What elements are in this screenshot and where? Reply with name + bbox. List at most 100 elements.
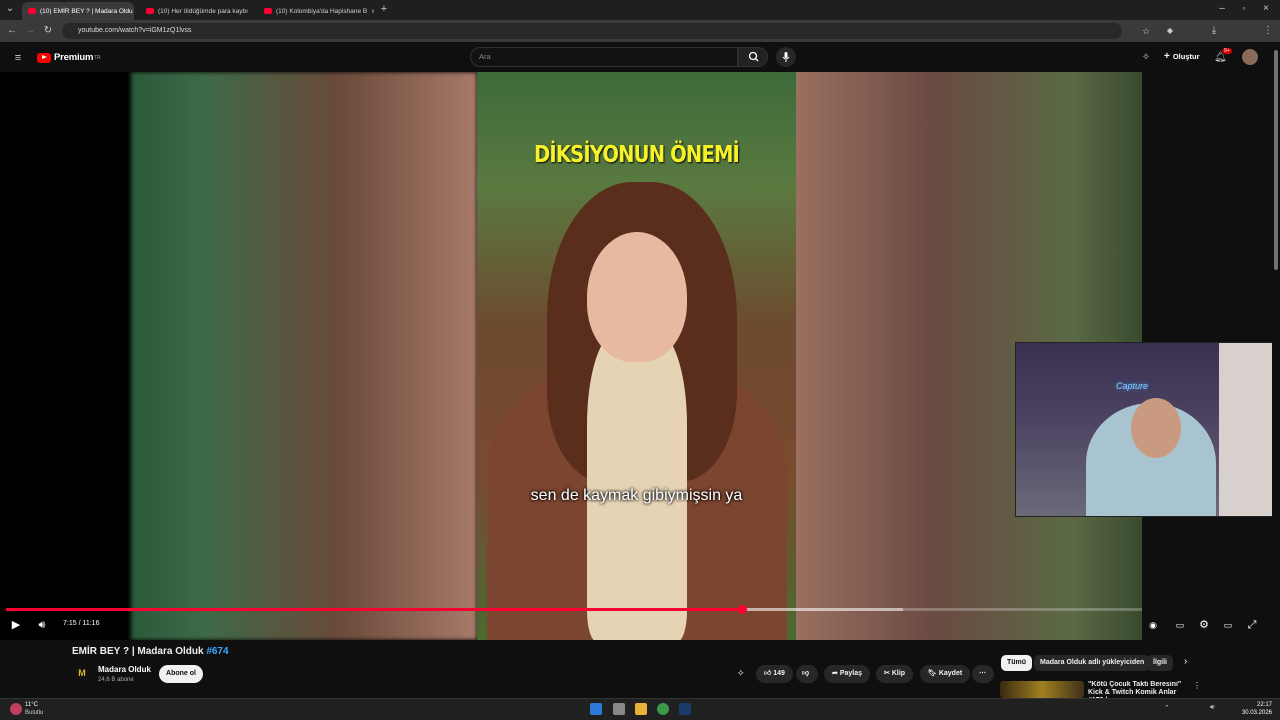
browser-menu-icon[interactable]: ⋮ bbox=[1262, 25, 1274, 37]
extension-icon[interactable]: ◆ bbox=[1164, 25, 1176, 37]
youtube-play-logo-icon bbox=[37, 52, 51, 63]
task-view-icon[interactable] bbox=[613, 703, 625, 715]
tab-label: (10) Kolombiya'da Hapishane B bbox=[276, 7, 368, 15]
save-button[interactable]: 🔖︎ Kaydet bbox=[920, 665, 971, 683]
like-count: 149 bbox=[773, 670, 785, 677]
video-progress-bar[interactable] bbox=[6, 605, 1142, 614]
maximize-icon[interactable]: ▫ bbox=[1238, 3, 1250, 15]
avatar[interactable] bbox=[1242, 49, 1258, 65]
start-menu-icon[interactable] bbox=[590, 703, 602, 715]
chip-related[interactable]: İlgili bbox=[1147, 655, 1173, 671]
scrollbar-thumb[interactable] bbox=[1274, 50, 1278, 270]
weather-icon[interactable] bbox=[10, 703, 22, 715]
steam-icon[interactable] bbox=[679, 703, 691, 715]
webcam-person-head bbox=[1131, 398, 1181, 458]
share-icon: ➦ bbox=[832, 670, 840, 677]
clip-button[interactable]: ✂ Klip bbox=[876, 665, 914, 683]
thumbs-up-icon: 👍︎ bbox=[764, 670, 774, 677]
autoplay-toggle[interactable]: ◉ bbox=[1146, 618, 1160, 632]
youtube-favicon-icon bbox=[146, 8, 154, 14]
subscribe-button[interactable]: Abone ol bbox=[159, 665, 203, 683]
tab-label: (10) Her öldüğümde para kaybı bbox=[158, 7, 248, 15]
recommendation-menu-icon[interactable]: ⋮ bbox=[1193, 681, 1201, 690]
taskbar-date[interactable]: 30.03.2026 bbox=[1236, 710, 1272, 716]
tab-search-icon[interactable]: ⌄ bbox=[4, 3, 16, 15]
browser-tab-bar: ⌄ (10) EMİR BEY ? | Madara Oldu × (10) H… bbox=[0, 0, 1280, 20]
weather-description: Bulutlu bbox=[25, 710, 44, 716]
clip-label: Klip bbox=[891, 670, 906, 677]
webcam-overlay: Capture bbox=[1015, 342, 1280, 517]
plus-icon: + bbox=[1164, 51, 1170, 62]
volume-icon[interactable]: 🔊︎ bbox=[35, 618, 49, 632]
channel-name[interactable]: Madara Olduk bbox=[98, 665, 151, 674]
youtube-logo[interactable]: Premium TR bbox=[37, 52, 101, 63]
create-label: Oluştur bbox=[1172, 52, 1200, 61]
minimize-icon[interactable]: – bbox=[1216, 3, 1228, 15]
logo-region: TR bbox=[94, 54, 101, 61]
subscriber-count: 24,6 B abone bbox=[98, 677, 134, 683]
video-player[interactable]: DİKSİYONUN ÖNEMİ sen de kaymak gibiymişs… bbox=[0, 72, 1142, 640]
create-button[interactable]: + Oluştur bbox=[1158, 49, 1206, 65]
scrubber-handle[interactable] bbox=[738, 605, 747, 614]
new-tab-icon[interactable]: + bbox=[378, 3, 390, 15]
tray-chevron-up-icon[interactable]: ⌃ bbox=[1164, 704, 1170, 712]
tab-2[interactable]: (10) Her öldüğümde para kaybı × bbox=[140, 2, 252, 20]
scissors-icon: ✂ bbox=[884, 670, 892, 677]
page-scrollbar[interactable] bbox=[1272, 44, 1280, 698]
chip-all[interactable]: Tümü bbox=[1001, 655, 1033, 671]
url-field[interactable]: youtube.com/watch?v=iGM1zQ1lvss bbox=[62, 23, 1122, 39]
neon-sign: Capture bbox=[1116, 381, 1149, 391]
search-input[interactable]: Ara bbox=[470, 47, 738, 67]
taskbar-clock[interactable]: 22:17 bbox=[1242, 702, 1272, 708]
video-overlay-title: DİKSİYONUN ÖNEMİ bbox=[534, 142, 740, 168]
channel-avatar[interactable]: M bbox=[74, 665, 90, 681]
reload-icon[interactable]: ↻ bbox=[42, 25, 54, 37]
weather-temperature: 11°C bbox=[25, 702, 38, 708]
played-bar bbox=[6, 608, 742, 611]
more-actions-button[interactable]: ⋯ bbox=[972, 665, 994, 683]
bookmark-icon: 🔖︎ bbox=[928, 670, 939, 677]
chevron-right-icon[interactable]: › bbox=[1184, 656, 1187, 667]
settings-gear-icon[interactable]: ⚙ bbox=[1197, 618, 1211, 632]
thumbs-down-icon: 👎︎ bbox=[802, 670, 810, 677]
theater-mode-icon[interactable]: ▭ bbox=[1221, 618, 1235, 632]
tab-3[interactable]: (10) Kolombiya'da Hapishane B × bbox=[258, 2, 374, 20]
blurred-background-left bbox=[131, 72, 477, 640]
play-icon[interactable]: ▶ bbox=[9, 618, 23, 632]
voice-search-button[interactable] bbox=[776, 47, 796, 67]
share-button[interactable]: ➦ Paylaş bbox=[824, 665, 870, 683]
file-explorer-icon[interactable] bbox=[635, 703, 647, 715]
close-tab-icon[interactable]: × bbox=[133, 7, 134, 16]
recommendation-thumbnail[interactable] bbox=[1000, 681, 1084, 698]
recommendation-title[interactable]: "Kötü Çocuk Taktı Beresini" Kick & Twitc… bbox=[1088, 681, 1192, 698]
more-icon: ⋯ bbox=[979, 670, 986, 677]
like-button[interactable]: 👍︎ 149 bbox=[756, 665, 793, 683]
close-window-icon[interactable]: × bbox=[1260, 3, 1272, 15]
player-controls: ▶ 🔊︎ 7:15 / 11:16 ◉ ▭ ⚙ ▭ ⤢ bbox=[0, 614, 1280, 636]
fullscreen-icon[interactable]: ⤢ bbox=[1245, 618, 1259, 632]
share-label: Paylaş bbox=[839, 670, 862, 677]
youtube-favicon-icon bbox=[28, 8, 36, 14]
video-hashtag[interactable]: #674 bbox=[206, 646, 228, 657]
subtitles-icon[interactable]: ▭ bbox=[1173, 618, 1187, 632]
video-frame-face bbox=[587, 232, 687, 362]
bookmark-star-icon[interactable]: ☆ bbox=[1140, 25, 1152, 37]
chip-from-uploader[interactable]: Madara Olduk adlı yükleyiciden bbox=[1034, 655, 1151, 671]
hamburger-menu-icon[interactable]: ≡ bbox=[12, 52, 24, 64]
close-tab-icon[interactable]: × bbox=[367, 7, 374, 16]
chrome-icon[interactable] bbox=[657, 703, 669, 715]
taskbar: 11°C Bulutlu ⌃ 🔊︎ 22:17 30.03.2026 bbox=[0, 698, 1280, 720]
close-tab-icon[interactable]: × bbox=[248, 7, 253, 16]
back-icon[interactable]: ← bbox=[6, 25, 18, 37]
search-button[interactable] bbox=[738, 47, 768, 67]
dislike-button[interactable]: 👎︎ bbox=[796, 665, 818, 683]
download-icon[interactable]: ⤓ bbox=[1208, 25, 1220, 37]
webcam-door bbox=[1219, 343, 1279, 516]
youtube-masthead: ≡ Premium TR Ara ✧ + Oluştur 🔔︎ 9+ bbox=[0, 44, 1280, 72]
creator-tools-icon[interactable]: ✧ bbox=[737, 668, 745, 679]
forward-icon[interactable]: → bbox=[24, 25, 36, 37]
tab-active[interactable]: (10) EMİR BEY ? | Madara Oldu × bbox=[22, 2, 134, 20]
live-stream-icon[interactable]: ✧ bbox=[1140, 52, 1152, 64]
search-icon bbox=[748, 51, 759, 62]
volume-tray-icon[interactable]: 🔊︎ bbox=[1210, 704, 1214, 712]
